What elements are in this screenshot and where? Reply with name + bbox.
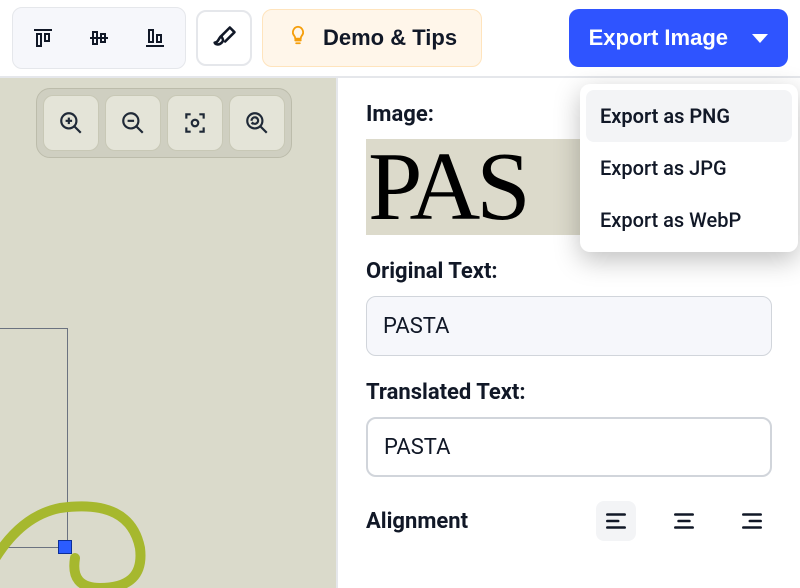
brush-button[interactable] (196, 10, 252, 66)
align-bottom-button[interactable] (131, 14, 179, 62)
canvas-viewport[interactable] (0, 78, 338, 588)
demo-tips-button[interactable]: Demo & Tips (262, 9, 482, 67)
translated-text-label: Translated Text: (366, 380, 772, 405)
translated-text-input[interactable]: PASTA (366, 417, 772, 477)
alignment-label: Alignment (366, 509, 468, 534)
zoom-fit-button[interactable] (167, 95, 223, 151)
align-middle-icon (87, 26, 111, 50)
zoom-in-icon (58, 110, 84, 136)
demo-tips-label: Demo & Tips (323, 25, 457, 51)
export-webp-item[interactable]: Export as WebP (586, 194, 792, 246)
export-image-label: Export Image (589, 25, 728, 51)
image-preview-text: PAS (368, 139, 527, 235)
zoom-out-button[interactable] (105, 95, 161, 151)
original-text-label: Original Text: (366, 259, 772, 284)
zoom-reset-button[interactable] (229, 95, 285, 151)
align-tool-group (12, 7, 186, 69)
align-left-icon (603, 508, 629, 534)
zoom-out-icon (120, 110, 146, 136)
brush-icon (210, 24, 238, 52)
align-left-button[interactable] (596, 501, 636, 541)
align-right-button[interactable] (732, 501, 772, 541)
align-center-button[interactable] (664, 501, 704, 541)
zoom-toolbar (36, 88, 292, 158)
align-middle-button[interactable] (75, 14, 123, 62)
align-bottom-icon (143, 26, 167, 50)
align-center-icon (671, 508, 697, 534)
translated-text-value: PASTA (384, 435, 450, 460)
original-text-value: PASTA (383, 314, 449, 339)
export-png-item[interactable]: Export as PNG (586, 90, 792, 142)
align-right-icon (739, 508, 765, 534)
original-text-field: PASTA (366, 296, 772, 356)
align-top-button[interactable] (19, 14, 67, 62)
align-top-icon (31, 26, 55, 50)
zoom-in-button[interactable] (43, 95, 99, 151)
export-jpg-item[interactable]: Export as JPG (586, 142, 792, 194)
lightbulb-icon (287, 24, 309, 52)
export-dropdown: Export as PNG Export as JPG Export as We… (580, 84, 798, 252)
alignment-row: Alignment (366, 501, 772, 541)
canvas-artwork (0, 458, 200, 588)
zoom-fit-icon (182, 110, 208, 136)
export-image-button[interactable]: Export Image (569, 9, 788, 67)
chevron-down-icon (752, 34, 768, 43)
alignment-buttons (596, 501, 772, 541)
top-toolbar: Demo & Tips Export Image (0, 0, 800, 78)
zoom-reset-icon (244, 110, 270, 136)
